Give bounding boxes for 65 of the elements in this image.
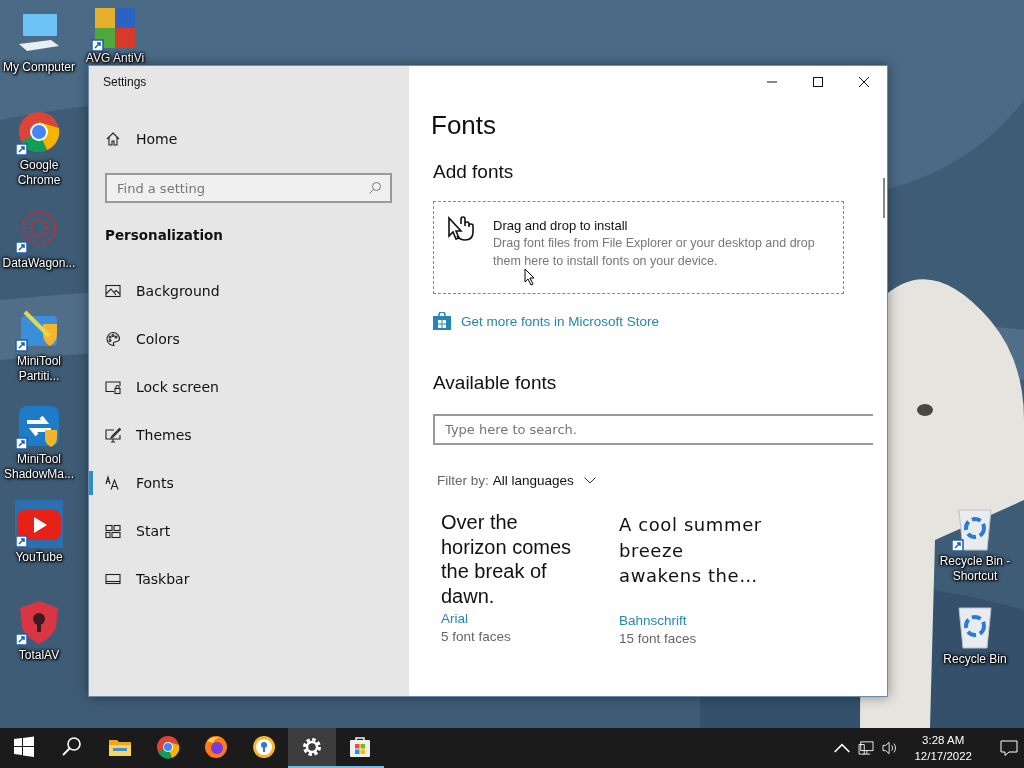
windows-logo-icon xyxy=(12,735,36,759)
drop-zone-title: Drag and drop to install xyxy=(493,218,629,233)
maximize-icon xyxy=(813,77,823,87)
font-sample[interactable]: A cool summer breeze awakens the… xyxy=(619,512,767,614)
lock-circle-icon xyxy=(252,735,276,759)
sidebar-item[interactable]: Start xyxy=(89,519,393,543)
drop-zone-description: Drag font files from File Explorer or your desktop and drop them here to install fonts on your device. xyxy=(493,235,816,270)
notification-icon[interactable] xyxy=(1000,740,1018,756)
home-link[interactable]: Home xyxy=(105,127,393,151)
sidebar-item[interactable]: Themes xyxy=(89,423,393,447)
desktop-icon-label[interactable]: MiniTool Partiti... xyxy=(0,354,78,384)
font-search-field[interactable]: Type here to search. xyxy=(433,414,873,445)
language-dropdown[interactable]: All languages xyxy=(492,473,574,488)
font-name-link[interactable]: Bahnschrift xyxy=(619,613,797,628)
clock[interactable]: 3:28 AM 12/17/2022 xyxy=(906,732,980,764)
store-link[interactable]: Get more fonts in Microsoft Store xyxy=(461,313,660,329)
sidebar-item[interactable]: Lock screen xyxy=(89,375,393,399)
mouse-pointer-icon xyxy=(524,268,536,286)
taskbar-icon xyxy=(105,571,121,587)
desktop-icon-label[interactable]: Recycle Bin - Shortcut xyxy=(934,554,1016,584)
lock-screen-icon xyxy=(105,379,121,395)
font-name-link[interactable]: Arial xyxy=(441,611,619,626)
gear-icon xyxy=(300,735,324,759)
desktop-icon-label[interactable]: TotalAV xyxy=(18,648,60,663)
scrollbar-thumb[interactable] xyxy=(883,178,885,218)
desktop-icon-label[interactable]: DataWagon... xyxy=(2,256,76,271)
close-icon xyxy=(859,77,869,87)
desktop-icon-label[interactable]: AVG AntiVi xyxy=(85,52,145,64)
palette-icon xyxy=(105,331,121,347)
taskbar-app-button[interactable] xyxy=(288,728,336,768)
window-title: Settings xyxy=(103,75,148,89)
desktop-icon-label[interactable]: Recycle Bin xyxy=(943,652,1007,667)
sidebar-item[interactable]: Taskbar xyxy=(89,567,393,591)
desktop-icon-label[interactable]: Google Chrome xyxy=(0,158,78,188)
section-heading: Add fonts xyxy=(433,161,515,183)
search-field[interactable]: Find a setting xyxy=(105,173,392,203)
browser-icon xyxy=(204,735,228,759)
desktop-icon-label[interactable]: My Computer xyxy=(3,60,75,75)
sidebar-item[interactable]: Colors xyxy=(89,327,393,351)
drop-zone[interactable]: Drag and drop to install Drag font files from File Explorer or your desktop and drop them here to install fonts on your device. xyxy=(433,201,844,294)
chevron-up-icon[interactable] xyxy=(834,741,851,755)
filter-label: Filter by: xyxy=(437,473,489,488)
shopping-bag-icon xyxy=(433,312,451,330)
font-sample[interactable]: Over the horizon comes the break of dawn. xyxy=(441,510,586,612)
brush-monitor-icon xyxy=(105,427,121,443)
search-icon xyxy=(368,181,382,195)
chevron-down-icon[interactable] xyxy=(583,477,596,484)
desktop-icon-label[interactable]: MiniTool ShadowMa... xyxy=(0,452,78,482)
store-bag-icon xyxy=(348,735,372,759)
home-icon xyxy=(105,131,121,147)
sidebar-item[interactable]: Fonts xyxy=(89,471,393,495)
play-icon[interactable] xyxy=(15,500,63,548)
section-heading: Personalization xyxy=(105,227,224,243)
font-faces-count: 5 font faces xyxy=(441,629,512,644)
page-title: Fonts xyxy=(431,110,498,141)
letters-icon xyxy=(105,475,121,491)
volume-icon[interactable] xyxy=(882,741,899,755)
font-faces-count: 15 font faces xyxy=(619,631,698,646)
browser-icon xyxy=(156,735,180,759)
tiles-icon xyxy=(105,523,121,539)
section-heading: Available fonts xyxy=(433,372,558,394)
picture-frame-icon xyxy=(105,283,121,299)
network-icon[interactable] xyxy=(858,741,875,755)
desktop-icon-label[interactable]: YouTube xyxy=(15,550,63,565)
sidebar-item[interactable]: Background xyxy=(89,279,393,303)
